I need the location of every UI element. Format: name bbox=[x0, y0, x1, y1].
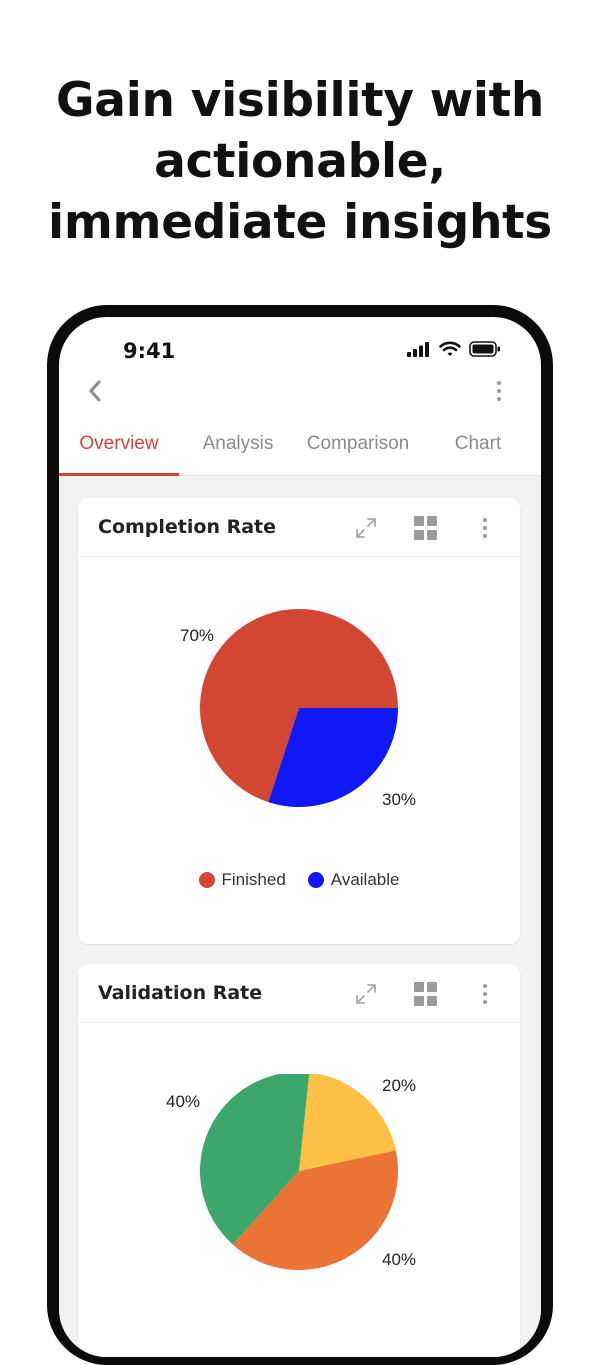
validation-rate-card: Validation Rate 40% 20% 40% bbox=[78, 964, 520, 1357]
legend-label: Finished bbox=[221, 870, 286, 889]
dot bbox=[497, 381, 501, 385]
validation-pie-chart bbox=[200, 1074, 398, 1270]
card-more-button[interactable] bbox=[480, 980, 490, 1008]
tab-comparison[interactable]: Comparison bbox=[298, 433, 418, 455]
legend-item-finished: Finished bbox=[198, 870, 286, 890]
chart-legend: Finished Available bbox=[78, 870, 520, 890]
grid-view-icon[interactable] bbox=[414, 982, 438, 1006]
chevron-left-icon bbox=[89, 380, 101, 402]
phone-frame: 9:41 Overview Analysis Comparison Chart … bbox=[47, 305, 553, 1365]
legend-swatch bbox=[198, 872, 215, 888]
grid-view-icon[interactable] bbox=[414, 516, 438, 540]
tab-chart[interactable]: Chart bbox=[418, 433, 538, 455]
tab-bar: Overview Analysis Comparison Chart bbox=[59, 425, 541, 476]
expand-icon[interactable] bbox=[354, 982, 378, 1006]
dashboard-content: Completion Rate 70% 30% Finished Availab… bbox=[59, 476, 541, 1357]
legend-swatch bbox=[307, 872, 324, 888]
battery-icon bbox=[469, 341, 500, 357]
status-time: 9:41 bbox=[123, 339, 176, 363]
pie-label-top-left: 40% bbox=[166, 1092, 201, 1111]
signal-icon bbox=[407, 341, 429, 357]
headline: Gain visibility with actionable, immedia… bbox=[0, 70, 600, 253]
card-header: Validation Rate bbox=[78, 964, 520, 1023]
legend-item-available: Available bbox=[307, 870, 400, 890]
card-title: Validation Rate bbox=[98, 982, 263, 1004]
legend-label: Available bbox=[330, 870, 400, 889]
headline-line-1: Gain visibility with bbox=[56, 73, 544, 128]
wifi-icon bbox=[439, 341, 461, 356]
dot bbox=[497, 397, 501, 401]
pie-label-finished: 70% bbox=[180, 626, 215, 645]
dot bbox=[497, 389, 501, 393]
more-options-button[interactable] bbox=[489, 377, 509, 405]
completion-pie-chart bbox=[199, 609, 398, 807]
pie-label-bottom-right: 40% bbox=[382, 1250, 417, 1269]
headline-line-2: actionable, bbox=[154, 134, 446, 189]
expand-icon[interactable] bbox=[354, 516, 378, 540]
status-icons bbox=[407, 341, 501, 357]
back-button[interactable] bbox=[81, 377, 109, 405]
card-header: Completion Rate bbox=[78, 498, 520, 557]
tab-overview[interactable]: Overview bbox=[59, 433, 179, 455]
pie-label-top-right: 20% bbox=[382, 1076, 417, 1095]
pie-label-available: 30% bbox=[382, 790, 417, 809]
headline-line-3: immediate insights bbox=[48, 195, 552, 250]
tab-analysis[interactable]: Analysis bbox=[178, 433, 298, 455]
card-more-button[interactable] bbox=[480, 514, 490, 542]
phone-screen: 9:41 Overview Analysis Comparison Chart … bbox=[59, 317, 541, 1357]
completion-rate-card: Completion Rate 70% 30% Finished Availab… bbox=[78, 498, 520, 944]
card-title: Completion Rate bbox=[98, 516, 277, 538]
